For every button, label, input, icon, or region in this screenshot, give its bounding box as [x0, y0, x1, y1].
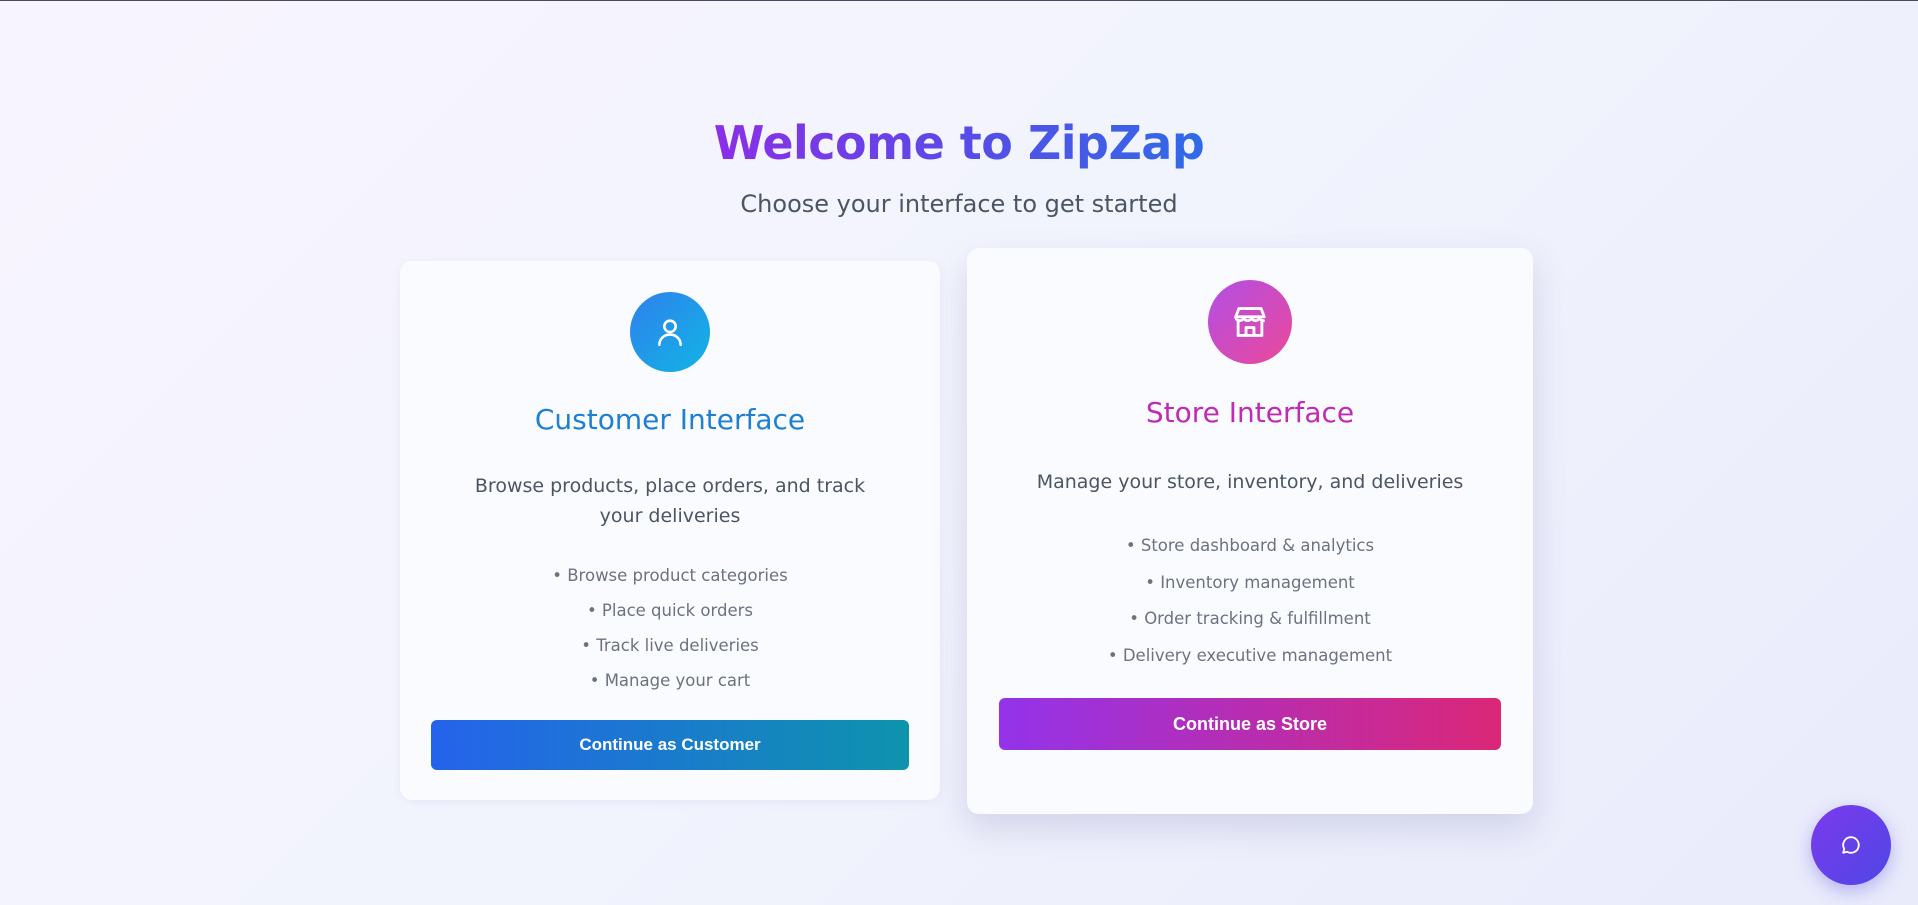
continue-as-customer-button[interactable]: Continue as Customer — [431, 720, 909, 770]
user-icon — [630, 292, 710, 372]
list-item: • Order tracking & fulfillment — [1129, 609, 1371, 629]
continue-as-store-button[interactable]: Continue as Store — [999, 698, 1501, 750]
customer-card-title: Customer Interface — [534, 403, 806, 436]
page-header: Welcome to ZipZap Choose your interface … — [0, 113, 1918, 219]
store-feature-list: • Store dashboard & analytics • Inventor… — [967, 528, 1533, 675]
list-item: • Store dashboard & analytics — [1125, 536, 1375, 555]
customer-card-description: Browse products, place orders, and track… — [474, 475, 866, 527]
page-title: Welcome to ZipZap — [714, 113, 1205, 173]
store-interface-card: Store Interface Manage your store, inven… — [967, 248, 1533, 814]
list-item: • Browse product categories — [552, 566, 788, 585]
store-card-title: Store Interface — [1145, 396, 1355, 429]
customer-feature-list: • Browse product categories • Place quic… — [400, 558, 940, 698]
chat-button[interactable] — [1811, 805, 1891, 885]
list-item: • Manage your cart — [589, 671, 751, 690]
store-card-description: Manage your store, inventory, and delive… — [1036, 471, 1464, 493]
list-item: • Inventory management — [1145, 572, 1355, 592]
list-item: • Track live deliveries — [581, 636, 759, 655]
store-icon — [1208, 280, 1292, 364]
page-subtitle: Choose your interface to get started — [740, 190, 1178, 218]
customer-interface-card: Customer Interface Browse products, plac… — [400, 261, 940, 800]
list-item: • Place quick orders — [586, 601, 754, 620]
list-item: • Delivery executive management — [1107, 646, 1393, 666]
chat-bubble-icon — [1840, 834, 1862, 856]
